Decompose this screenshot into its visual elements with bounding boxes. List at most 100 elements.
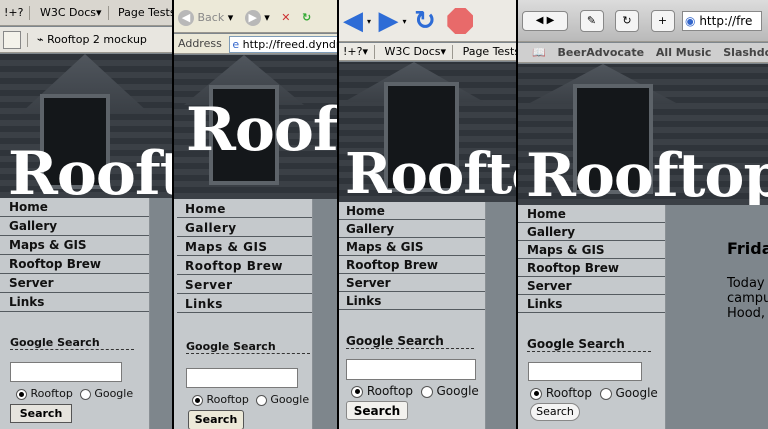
nav-item-links[interactable]: Links (518, 295, 665, 313)
toolbar-item-page-tests[interactable]: Page Tests (459, 43, 516, 60)
nav-item-maps[interactable]: Maps & GIS (339, 238, 485, 256)
search-input[interactable] (528, 362, 642, 381)
nav-item-gallery[interactable]: Gallery (339, 220, 485, 238)
radio-rooftop[interactable] (351, 385, 363, 398)
nav-item-rooftop-brew[interactable]: Rooftop Brew (0, 255, 149, 274)
book-icon[interactable]: 📖 (518, 43, 550, 62)
search-button[interactable]: Search (346, 401, 408, 420)
content-area: Frida Today campu Hood, (667, 205, 768, 429)
search-heading: Google Search (186, 340, 310, 354)
site-header: Rooftop (0, 54, 172, 198)
browser-panel-2: ◀ Back ▾ ▶ ▾ ✕ ↻ Address e http://freed.… (174, 0, 337, 429)
plus-icon: + (650, 10, 675, 32)
nav-item-gallery[interactable]: Gallery (0, 217, 149, 236)
browser-panel-1: !+? W3C Docs▾ Page Tests ⌁ Rooftop 2 moc… (0, 0, 172, 429)
radio-google[interactable] (79, 388, 91, 400)
radio-google[interactable] (599, 387, 612, 400)
nav-menu: Home Gallery Maps & GIS Rooftop Brew Ser… (0, 198, 150, 312)
back-button[interactable]: ◀ Back ▾ (174, 1, 237, 33)
back-arrow-icon[interactable]: ◀ (339, 0, 367, 41)
reload-icon[interactable]: ↻ (410, 0, 440, 41)
site-title: Rooftop (186, 95, 337, 165)
nav-item-home[interactable]: Home (339, 202, 485, 220)
nav-item-home[interactable]: Home (0, 198, 149, 217)
nav-menu: Home Gallery Maps & GIS Rooftop Brew Ser… (518, 205, 666, 313)
post-line-1: Today (727, 276, 765, 291)
post-heading: Frida (727, 239, 768, 258)
toolbar-item-bookmarklet[interactable]: !+? (0, 0, 27, 25)
search-input[interactable] (346, 359, 476, 380)
nav-item-server[interactable]: Server (339, 274, 485, 292)
nav-item-maps[interactable]: Maps & GIS (0, 236, 149, 255)
search-button[interactable]: Search (188, 410, 244, 429)
nav-item-rooftop-brew[interactable]: Rooftop Brew (518, 259, 665, 277)
site-title: Rooftop (345, 141, 516, 202)
site-title: Rooftop (8, 139, 172, 198)
search-box: Google Search Rooftop Google Search (0, 312, 150, 429)
search-input[interactable] (10, 362, 122, 382)
tab-rooftop-mockup[interactable]: ⌁ Rooftop 2 mockup (33, 27, 151, 52)
back-forward-buttons[interactable]: ◀ ▶ (518, 0, 572, 41)
nav-menu: Home Gallery Maps & GIS Rooftop Brew Ser… (339, 202, 486, 310)
search-heading: Google Search (527, 337, 651, 352)
radio-google[interactable] (255, 394, 267, 406)
toolbar-item-page-tests[interactable]: Page Tests (114, 0, 172, 25)
refresh-icon[interactable]: ↻ (298, 1, 315, 33)
nav-item-links[interactable]: Links (177, 294, 312, 313)
toolbar-item-w3c-docs[interactable]: W3C Docs▾ (36, 0, 106, 25)
search-options: Rooftop Google (351, 384, 485, 398)
nav-toolbar: ◀ ▶ ✎ ↻ + ◉ http://fre (518, 0, 768, 42)
nav-item-links[interactable]: Links (339, 292, 485, 310)
forward-button[interactable]: ▶ ▾ (241, 1, 274, 33)
browser-panel-4: ◀ ▶ ✎ ↻ + ◉ http://fre 📖 BeerAdvocate Al… (518, 0, 768, 429)
search-heading: Google Search (10, 336, 134, 350)
toolbar-item-w3c-docs[interactable]: W3C Docs▾ (381, 43, 451, 60)
nav-item-home[interactable]: Home (518, 205, 665, 223)
post-line-3: Hood, (727, 306, 766, 321)
bookmark-all-music[interactable]: All Music (652, 43, 716, 62)
address-input[interactable]: e http://freed.dyndns (229, 35, 337, 53)
nav-item-links[interactable]: Links (0, 293, 149, 312)
nav-menu: Home Gallery Maps & GIS Rooftop Brew Ser… (174, 199, 313, 313)
nav-item-gallery[interactable]: Gallery (177, 218, 312, 237)
stop-icon[interactable] (443, 0, 477, 41)
site-title: Rooftop (526, 141, 768, 205)
nav-item-server[interactable]: Server (177, 275, 312, 294)
address-input[interactable]: ◉ http://fre (682, 11, 762, 31)
search-box: Google Search Rooftop Google Search (174, 313, 313, 429)
search-button[interactable]: Search (10, 404, 72, 423)
stop-icon[interactable]: ✕ (277, 1, 294, 33)
site-header: Rooftop (518, 64, 768, 205)
add-bookmark-button[interactable]: + (647, 0, 679, 41)
toolbar-links: !+?▾ W3C Docs▾ Page Tests (339, 43, 516, 61)
search-button[interactable]: Search (530, 403, 580, 421)
nav-item-server[interactable]: Server (0, 274, 149, 293)
radio-rooftop[interactable] (16, 388, 27, 400)
edit-button[interactable]: ✎ (576, 0, 608, 41)
radio-google[interactable] (420, 385, 433, 398)
nav-item-home[interactable]: Home (177, 199, 312, 218)
search-input[interactable] (186, 368, 298, 388)
search-options: Rooftop Google (16, 387, 149, 400)
nav-item-server[interactable]: Server (518, 277, 665, 295)
nav-item-rooftop-brew[interactable]: Rooftop Brew (177, 256, 312, 275)
bookmark-beeradvocate[interactable]: BeerAdvocate (554, 43, 649, 62)
content-area (487, 202, 516, 429)
toolbar-links: !+? W3C Docs▾ Page Tests (0, 0, 172, 26)
post-line-2: campu (727, 291, 768, 306)
nav-item-maps[interactable]: Maps & GIS (177, 237, 312, 256)
reload-button[interactable]: ↻ (611, 0, 643, 41)
back-forward-arrows-icon: ◀ ▶ (522, 11, 568, 31)
bookmark-slashdot[interactable]: Slashdo (719, 43, 768, 62)
toolbar-item-bookmarklet[interactable]: !+?▾ (339, 43, 372, 60)
radio-rooftop[interactable] (192, 394, 203, 406)
nav-item-gallery[interactable]: Gallery (518, 223, 665, 241)
nav-item-maps[interactable]: Maps & GIS (518, 241, 665, 259)
radio-rooftop[interactable] (530, 387, 542, 400)
nav-item-rooftop-brew[interactable]: Rooftop Brew (339, 256, 485, 274)
reload-icon: ↻ (615, 10, 639, 32)
forward-arrow-icon[interactable]: ▶ (375, 0, 403, 41)
content-area (314, 199, 337, 429)
site-header: Rooftop (174, 55, 337, 199)
globe-icon: ◉ (685, 14, 696, 28)
